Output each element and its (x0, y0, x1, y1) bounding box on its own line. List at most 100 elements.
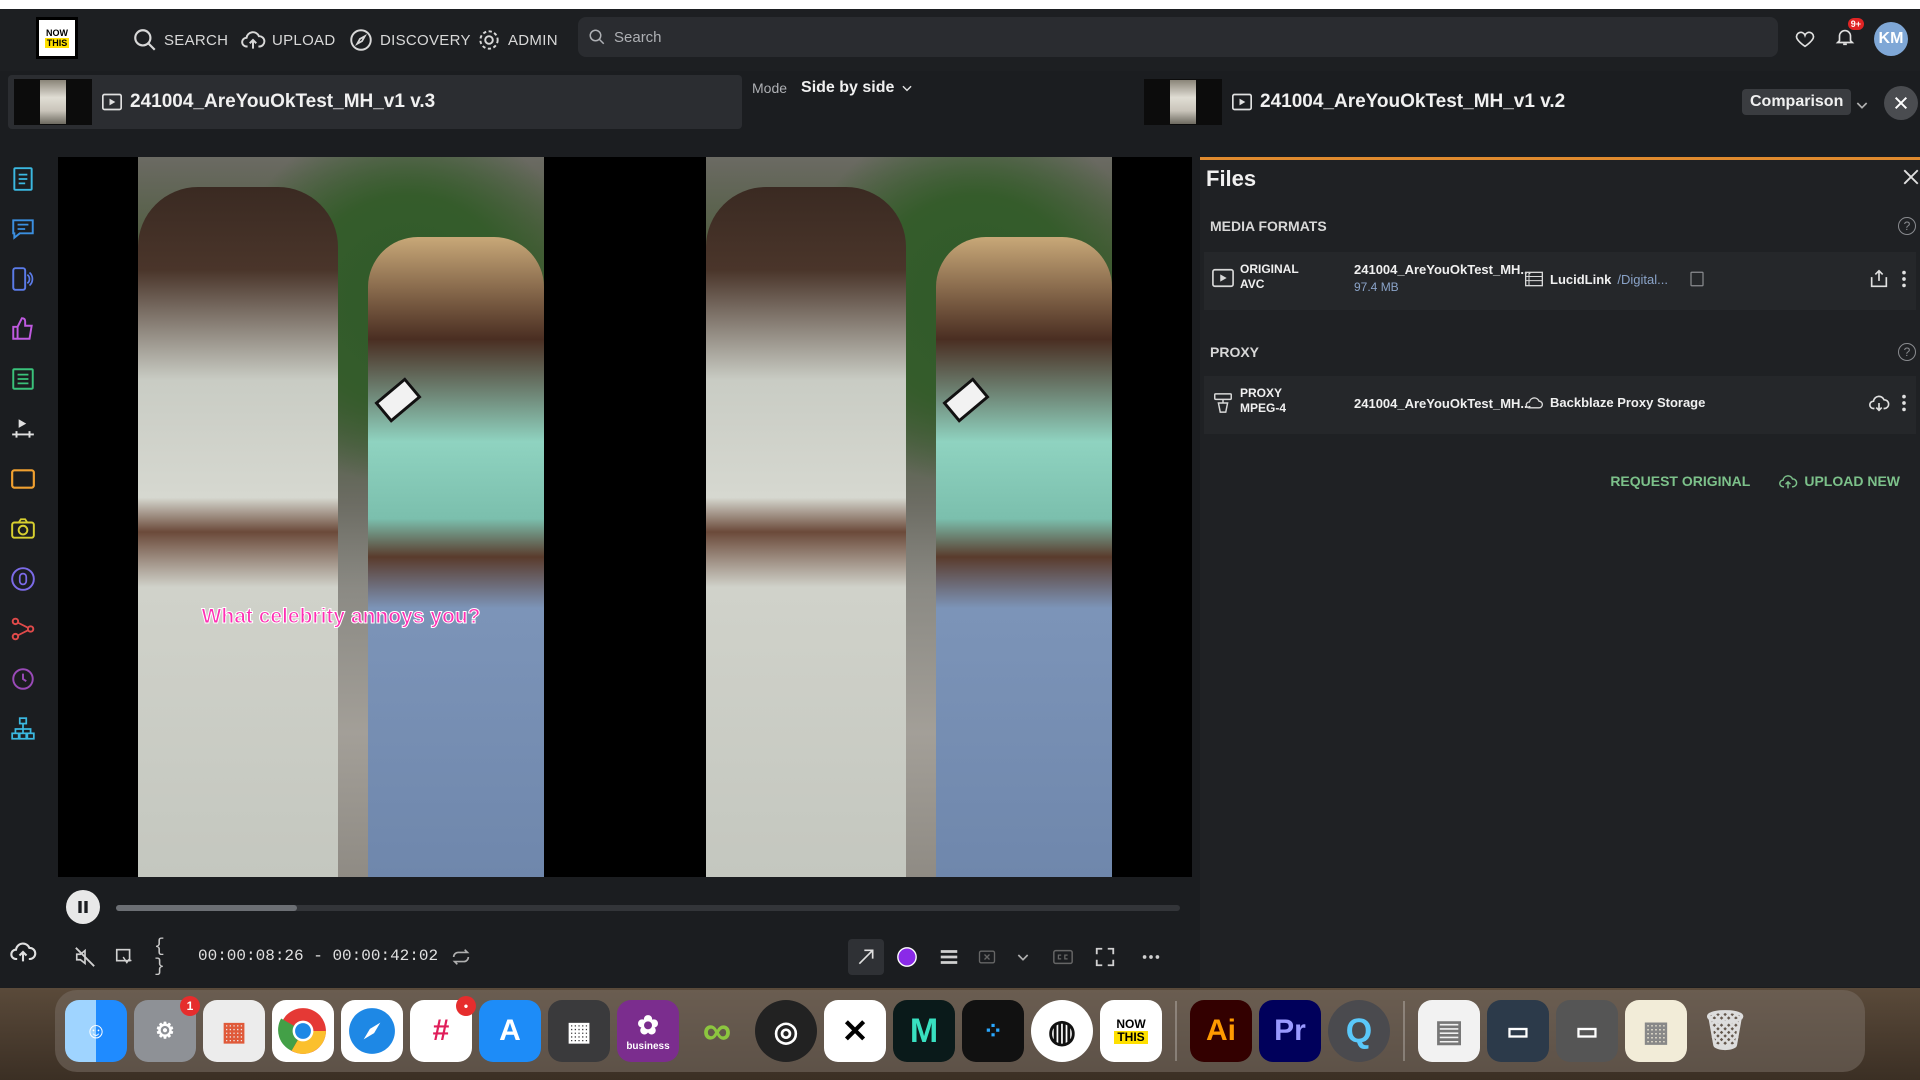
help-icon[interactable]: ? (1898, 343, 1916, 361)
chevron-down-icon[interactable] (1854, 97, 1870, 113)
original-file-row[interactable]: ORIGINAL AVC 241004_AreYouOkTest_MH... 97… (1204, 252, 1916, 310)
sidebar-timeline-button[interactable] (9, 415, 37, 443)
video-file-icon (1212, 268, 1234, 288)
sidebar-rights-button[interactable] (9, 565, 37, 593)
dock-capcut[interactable]: ✕ (824, 1000, 886, 1062)
dock-creative-cloud[interactable]: ∞ (686, 1000, 748, 1062)
dock-aperture-app[interactable]: ◍ (1031, 1000, 1093, 1062)
dock-window-thumbnail[interactable]: ▭ (1487, 1000, 1549, 1062)
more-vertical-icon[interactable] (1900, 392, 1908, 414)
cloud-icon (1525, 397, 1543, 409)
mute-button[interactable] (70, 942, 100, 972)
close-icon (1903, 169, 1919, 185)
transcript-icon (12, 267, 34, 291)
line-width-button[interactable] (934, 942, 964, 972)
dock-dots-app[interactable]: ⁘ (962, 1000, 1024, 1062)
proxy-filename: 241004_AreYouOkTest_MH... (1354, 396, 1532, 411)
cloud-download-icon[interactable] (1868, 392, 1890, 414)
repeat-button[interactable] (446, 942, 476, 972)
heart-icon[interactable] (1794, 28, 1816, 50)
request-original-link[interactable]: REQUEST ORIGINAL (1610, 472, 1750, 490)
dock-document-stack[interactable]: ▤ (1418, 1000, 1480, 1062)
user-avatar[interactable]: KM (1874, 22, 1908, 56)
sidebar-history-button[interactable] (9, 665, 37, 693)
list-icon (12, 368, 34, 390)
dock-illustrator[interactable]: Ai (1190, 1000, 1252, 1062)
sidebar-hierarchy-button[interactable] (9, 715, 37, 743)
color-picker[interactable] (892, 942, 922, 972)
mode-value: Side by side (801, 79, 895, 96)
draw-arrow-tool[interactable] (848, 939, 884, 975)
safari-compass-icon (349, 1008, 395, 1054)
sidebar-transcript-button[interactable] (9, 265, 37, 293)
share-icon (11, 617, 35, 641)
dock-chrome[interactable] (272, 1000, 334, 1062)
dock-safari[interactable] (341, 1000, 403, 1062)
dock-calculator[interactable]: ▦ (548, 1000, 610, 1062)
dock-quicktime[interactable]: Q (1328, 1000, 1390, 1062)
sidebar-share-button[interactable] (9, 615, 37, 643)
dock-trash[interactable]: 🗑 (1694, 1000, 1756, 1062)
nav-search-button[interactable]: SEARCH (132, 25, 228, 55)
export-icon[interactable] (1868, 268, 1890, 290)
dock-slack[interactable]: # • (410, 996, 476, 1062)
app-store-icon: A (499, 1014, 521, 1047)
dock-obs[interactable]: ◎ (755, 1000, 817, 1062)
dock-spreadsheet-window[interactable]: ▦ (1625, 1000, 1687, 1062)
sidebar-metadata-button[interactable] (9, 165, 37, 193)
video-player[interactable]: What celebrity annoys you? (58, 157, 1192, 877)
dock-nowthis[interactable]: NOW THIS (1100, 1000, 1162, 1062)
close-comparison-button[interactable] (1884, 86, 1918, 120)
business-app-icon: ✿ (637, 1010, 659, 1040)
line-weight-icon (940, 950, 958, 964)
timecode-separator: - (313, 947, 323, 965)
fullscreen-button[interactable] (1090, 942, 1120, 972)
illustrator-label: Ai (1206, 1014, 1236, 1047)
top-strip (0, 0, 1920, 9)
in-out-marker-icon[interactable]: { } (154, 937, 184, 977)
cloud-upload-icon (241, 31, 266, 49)
loop-segment-button[interactable] (110, 942, 140, 972)
dock-launchpad[interactable]: ▦ (203, 1000, 265, 1062)
dock-app-store[interactable]: A (479, 1000, 541, 1062)
global-search-input[interactable]: Search (578, 17, 1778, 57)
dock-finder[interactable]: ☺ (65, 1000, 127, 1062)
dock-business-app[interactable]: ✿ business (617, 1000, 679, 1062)
proxy-file-row[interactable]: PROXY MPEG-4 241004_AreYouOkTest_MH... Ba… (1204, 376, 1916, 434)
dock-system-settings[interactable]: ⚙ 1 (134, 996, 200, 1062)
nav-upload-button[interactable]: UPLOAD (240, 25, 336, 55)
close-files-panel-button[interactable] (1902, 166, 1920, 192)
nav-admin-button[interactable]: ADMIN (476, 25, 558, 55)
comparison-dropdown[interactable]: Comparison (1742, 89, 1852, 115)
nav-discovery-button[interactable]: DISCOVERY (348, 25, 471, 55)
clear-annotation-button[interactable] (972, 942, 1002, 972)
help-icon[interactable]: ? (1898, 217, 1916, 235)
sidebar-files-button[interactable] (9, 465, 37, 493)
notifications-button[interactable]: 9+ (1834, 17, 1864, 53)
history-icon (12, 668, 34, 690)
sidebar-cloud-button[interactable] (9, 938, 37, 966)
dock-premiere[interactable]: Pr (1259, 1000, 1321, 1062)
sidebar-approval-button[interactable] (9, 315, 37, 343)
copy-icon[interactable] (1688, 270, 1706, 288)
timecode-duration: 00:00:42:02 (332, 947, 439, 965)
annotation-menu-button[interactable] (1008, 942, 1038, 972)
left-version-card[interactable]: 241004_AreYouOkTest_MH_v1 v.3 (8, 75, 742, 129)
upload-new-link[interactable]: UPLOAD NEW (1778, 472, 1900, 490)
captions-button[interactable] (1048, 942, 1078, 972)
comparison-label: Comparison (1750, 93, 1844, 110)
pause-button[interactable] (66, 890, 100, 924)
right-thumbnail (1144, 79, 1222, 125)
sidebar-notes-button[interactable] (9, 365, 37, 393)
more-vertical-icon[interactable] (1900, 268, 1908, 290)
dock-app-m[interactable]: M (893, 1000, 955, 1062)
more-options-button[interactable] (1136, 942, 1166, 972)
sidebar-snapshots-button[interactable] (9, 515, 37, 543)
dock-illustrator-window[interactable]: ▭ (1556, 1000, 1618, 1062)
right-version-card[interactable]: 241004_AreYouOkTest_MH_v1 v.2 (1138, 75, 1728, 129)
sidebar-comments-button[interactable] (9, 215, 37, 243)
scrub-bar[interactable] (116, 905, 1180, 911)
proxy-type: PROXY (1240, 386, 1283, 400)
mode-selector[interactable]: Mode Side by side (752, 79, 914, 97)
app-logo[interactable]: NOW THIS (36, 17, 78, 59)
